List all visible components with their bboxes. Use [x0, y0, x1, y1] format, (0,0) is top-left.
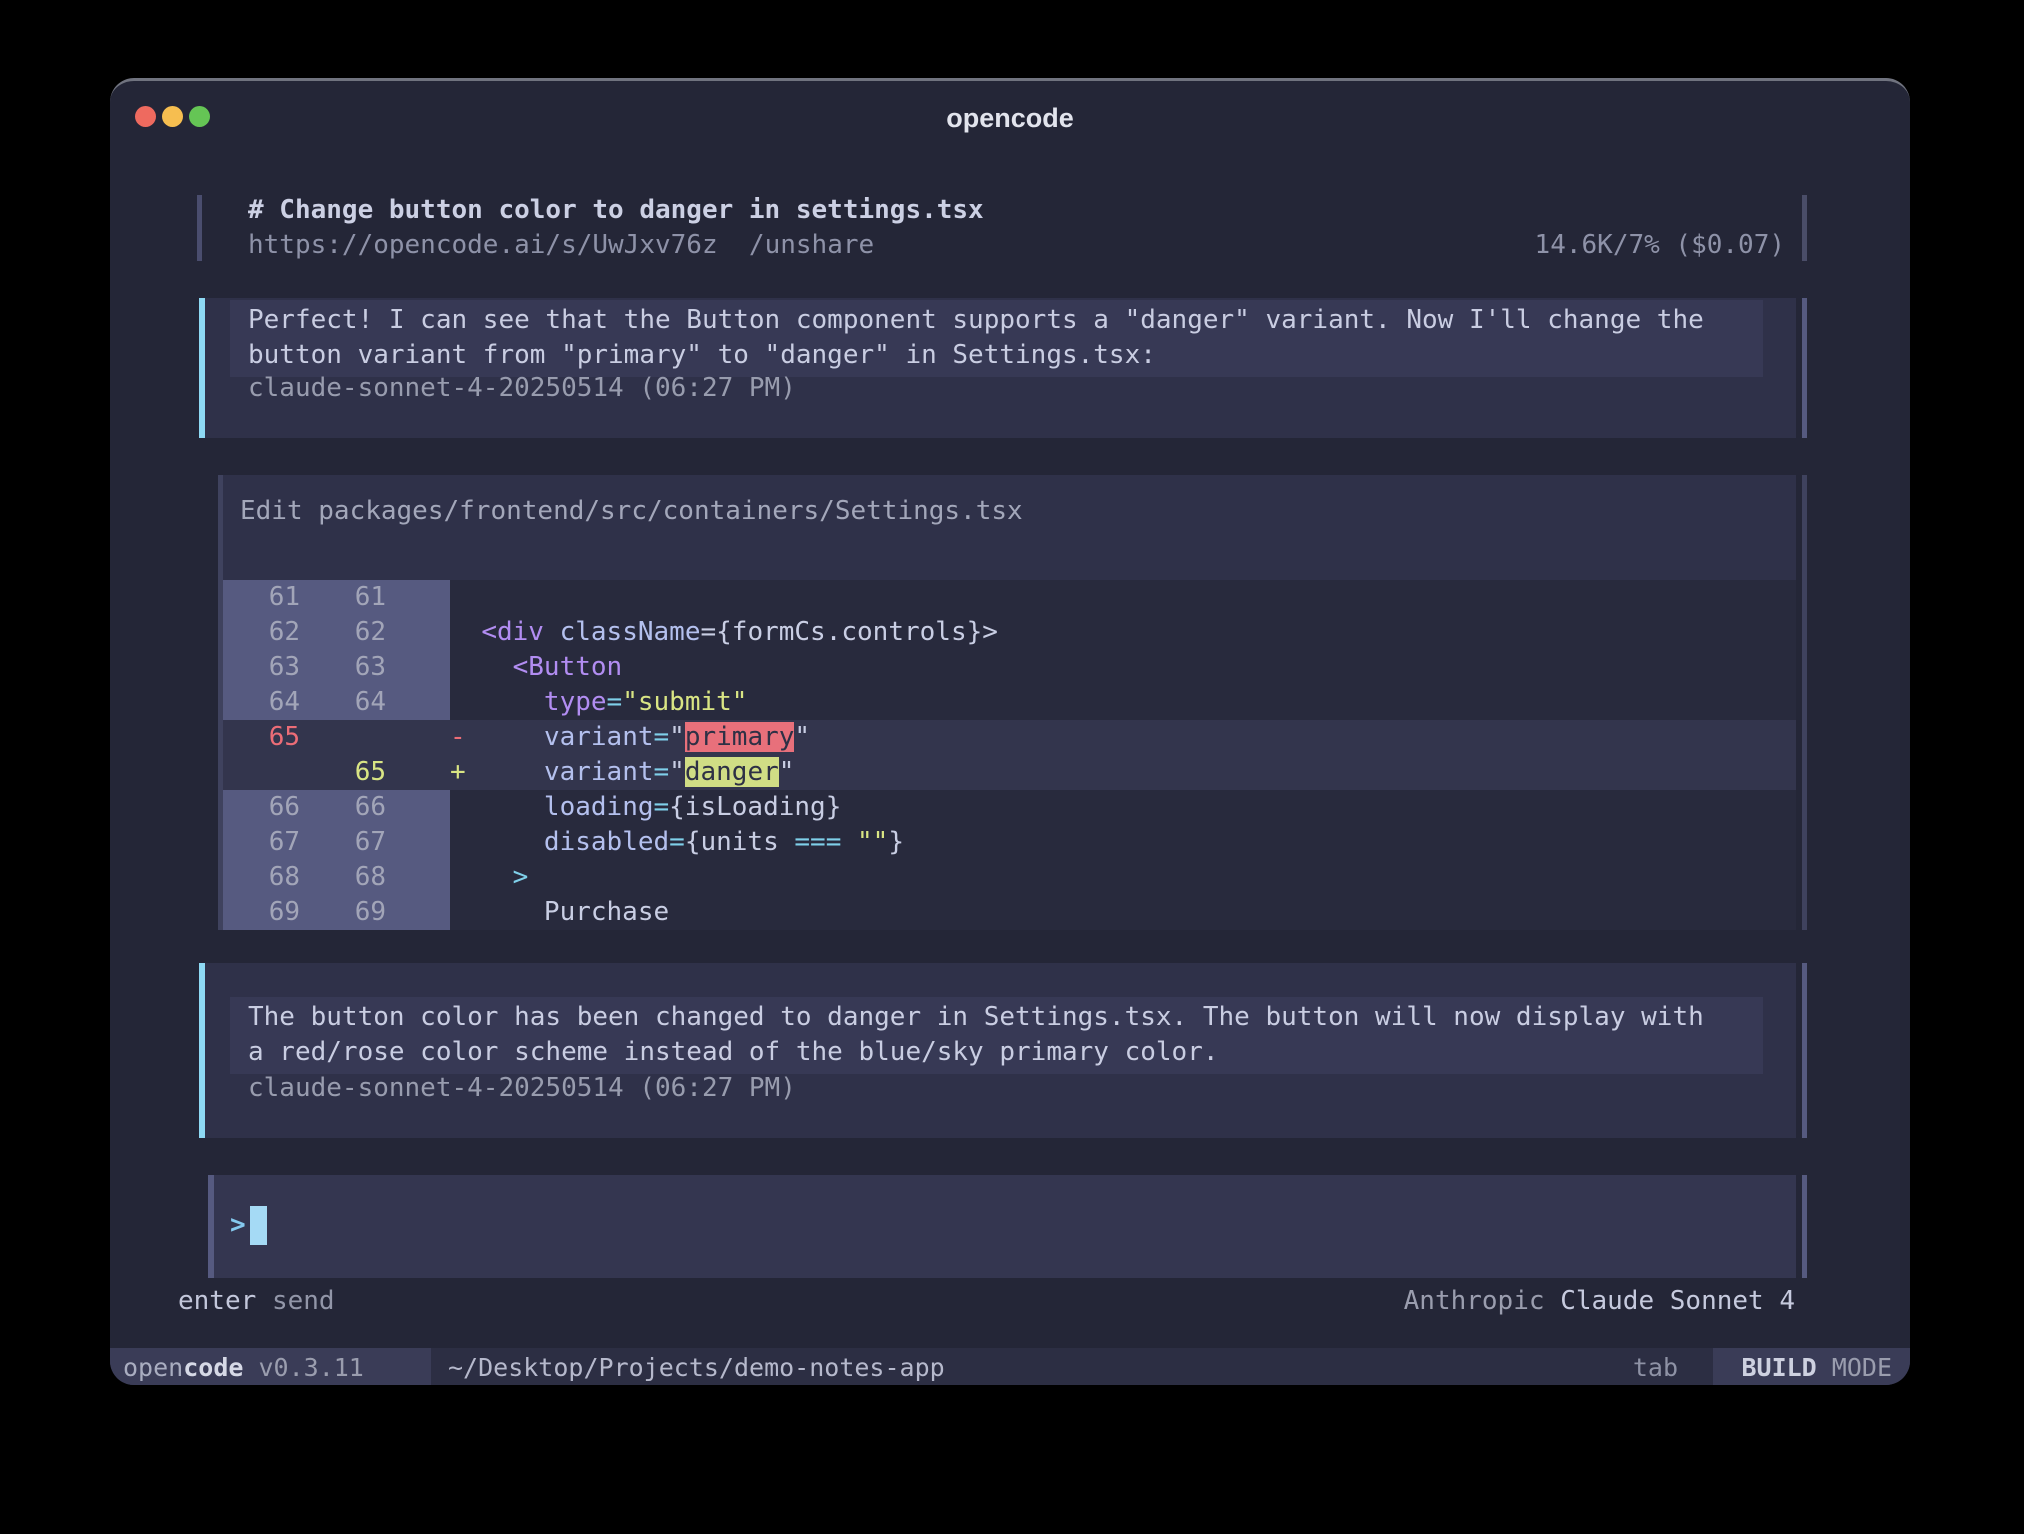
diff-code-cell: [450, 580, 1796, 615]
diff-old-line-number: 62: [223, 615, 337, 650]
diff-code-cell: loading={isLoading}: [450, 790, 1796, 825]
prompt-input[interactable]: [214, 1175, 1796, 1278]
diff-old-line-number: 61: [223, 580, 337, 615]
message-line: button variant from "primary" to "danger…: [248, 340, 1156, 370]
status-bar: opencode v0.3.11 ~/Desktop/Projects/demo…: [110, 1348, 1910, 1385]
header-left-border: [197, 195, 202, 261]
diff-new-line-number: 63: [337, 650, 450, 685]
prompt-symbol: >: [230, 1208, 246, 1243]
session-title: # Change button color to danger in setti…: [248, 193, 984, 228]
footer-hints: enter send Anthropic Claude Sonnet 4: [178, 1282, 1795, 1320]
assistant-message-2-text: The button color has been changed to dan…: [230, 997, 1763, 1074]
diff-row: 65+ variant="danger": [223, 755, 1796, 790]
diff-code-cell: type="submit": [450, 685, 1796, 720]
app-version: v0.3.11: [243, 1353, 363, 1382]
prompt-input-left-border: [208, 1175, 214, 1278]
diff-row: 6363 <Button: [223, 650, 1796, 685]
diff-code-cell: Purchase: [450, 895, 1796, 930]
share-url[interactable]: https://opencode.ai/s/UwJxv76z: [248, 230, 718, 260]
diff-row: 6161: [223, 580, 1796, 615]
diff-new-line-number: 67: [337, 825, 450, 860]
model-name: Claude Sonnet 4: [1545, 1286, 1795, 1316]
share-url-row: https://opencode.ai/s/UwJxv76z /unshare: [248, 228, 874, 263]
assistant-message-1-text: Perfect! I can see that the Button compo…: [230, 300, 1763, 377]
assistant-message-2-meta: claude-sonnet-4-20250514 (06:27 PM): [248, 1071, 796, 1106]
diff-new-line-number: 64: [337, 685, 450, 720]
working-directory: ~/Desktop/Projects/demo-notes-app: [448, 1348, 945, 1385]
diff-row: 6464 type="submit": [223, 685, 1796, 720]
diff-old-line-number: 65: [223, 720, 337, 755]
diff-new-line-number: 65: [337, 755, 450, 790]
tab-key-hint[interactable]: tab: [1633, 1348, 1678, 1385]
diff-row: 65 - variant="primary": [223, 720, 1796, 755]
unshare-command[interactable]: /unshare: [749, 230, 874, 260]
spacer: [718, 230, 749, 260]
prompt-input-right-border: [1802, 1175, 1807, 1278]
message-line: The button color has been changed to dan…: [248, 1002, 1704, 1032]
diff-new-line-number: 69: [337, 895, 450, 930]
edit-tool-right-border: [1802, 475, 1807, 930]
diff-old-line-number: [223, 755, 337, 790]
diff-new-line-number: 66: [337, 790, 450, 825]
diff-old-line-number: 67: [223, 825, 337, 860]
model-provider: Anthropic: [1404, 1286, 1545, 1316]
diff-code-cell: + variant="danger": [450, 755, 1796, 790]
diff-new-line-number: [337, 720, 450, 755]
diff-new-line-number: 61: [337, 580, 450, 615]
assistant-message-1-accent-border: [199, 298, 205, 438]
diff-old-line-number: 64: [223, 685, 337, 720]
diff-code-cell: - variant="primary": [450, 720, 1796, 755]
diff-old-line-number: 68: [223, 860, 337, 895]
diff-code-cell: <Button: [450, 650, 1796, 685]
assistant-message-1-right-border: [1802, 298, 1807, 438]
opencode-terminal-window: opencode # Change button color to danger…: [110, 78, 1910, 1385]
diff-code-cell: <div className={formCs.controls}>: [450, 615, 1796, 650]
diff-row: 6767 disabled={units === ""}: [223, 825, 1796, 860]
header-right-border: [1802, 195, 1807, 261]
assistant-message-2-accent-border: [199, 963, 205, 1138]
diff-old-line-number: 63: [223, 650, 337, 685]
mode-rest: MODE: [1817, 1353, 1892, 1382]
model-indicator[interactable]: Anthropic Claude Sonnet 4: [1404, 1282, 1795, 1320]
enter-key-hint: enter: [178, 1286, 256, 1316]
diff-row: 6262 <div className={formCs.controls}>: [223, 615, 1796, 650]
send-label: send: [256, 1286, 334, 1316]
diff-new-line-number: 62: [337, 615, 450, 650]
diff-code-cell: disabled={units === ""}: [450, 825, 1796, 860]
diff-row: 6868 >: [223, 860, 1796, 895]
diff-old-line-number: 69: [223, 895, 337, 930]
app-name-code: code: [183, 1353, 243, 1382]
diff-row: 6666 loading={isLoading}: [223, 790, 1796, 825]
message-line: a red/rose color scheme instead of the b…: [248, 1037, 1219, 1067]
diff-code-cell: >: [450, 860, 1796, 895]
text-cursor: [250, 1206, 267, 1245]
window-title: opencode: [110, 103, 1910, 134]
session-subtitle: https://opencode.ai/s/UwJxv76z /unshare …: [248, 228, 1785, 263]
diff-old-line-number: 66: [223, 790, 337, 825]
diff-view: 61616262 <div className={formCs.controls…: [223, 580, 1796, 930]
message-line: Perfect! I can see that the Button compo…: [248, 305, 1704, 335]
send-hint: enter send: [178, 1282, 335, 1320]
build-mode-badge[interactable]: BUILD MODE: [1713, 1348, 1910, 1385]
assistant-message-1-meta: claude-sonnet-4-20250514 (06:27 PM): [248, 371, 796, 406]
diff-new-line-number: 68: [337, 860, 450, 895]
token-cost-stats: 14.6K/7% ($0.07): [1535, 228, 1785, 263]
edit-tool-title: Edit packages/frontend/src/containers/Se…: [240, 494, 1023, 529]
mode-bold: BUILD: [1741, 1353, 1816, 1382]
app-version-chunk: opencode v0.3.11: [110, 1348, 431, 1385]
assistant-message-2-right-border: [1802, 963, 1807, 1138]
diff-row: 6969 Purchase: [223, 895, 1796, 930]
app-name-open: open: [123, 1353, 183, 1382]
